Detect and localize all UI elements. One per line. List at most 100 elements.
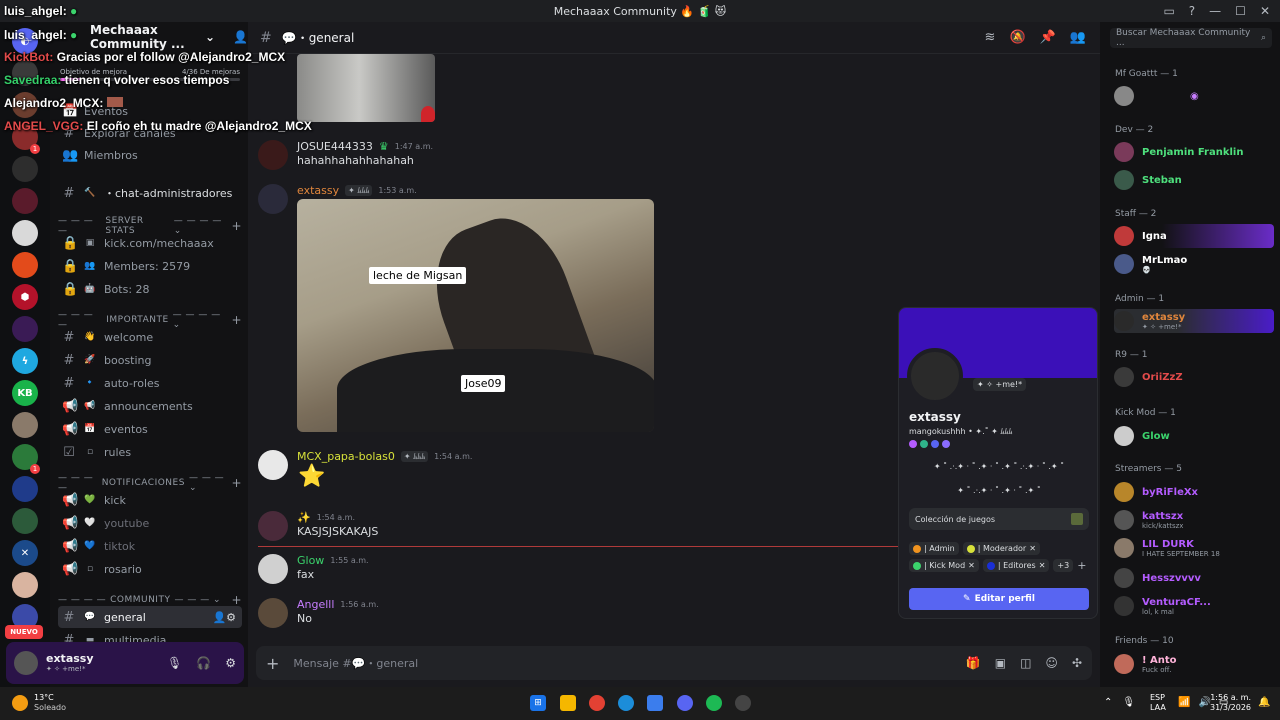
settings-icon[interactable]: ⚙ — [225, 656, 236, 670]
channel-eventos[interactable]: 📢 📅 eventos — [58, 418, 242, 440]
threads-icon[interactable]: ≋ — [985, 30, 996, 45]
chevron-down-icon[interactable]: ⌄ — [205, 30, 215, 44]
channel-kick[interactable]: 📢 💚 kick — [58, 489, 242, 511]
mute-icon[interactable]: 🔕 — [1009, 30, 1025, 45]
server-icon[interactable] — [12, 572, 38, 598]
channel-chat-administradores[interactable]: # 🔨 ・chat-administradores — [58, 182, 242, 204]
notifications-icon[interactable]: 🔔 — [1258, 697, 1270, 708]
settings-icon[interactable]: 👤⚙ — [212, 611, 242, 624]
windows-start-icon[interactable]: ⊞ — [530, 695, 546, 711]
channel-members-count[interactable]: 🔒 👥 Members: 2579 — [58, 255, 242, 277]
headphones-icon[interactable]: 🎧 — [196, 656, 211, 670]
channel-announcements[interactable]: 📢 📢 announcements — [58, 395, 242, 417]
chrome-icon[interactable] — [589, 695, 605, 711]
member-item[interactable]: Steban — [1114, 168, 1274, 192]
sticker-image[interactable]: ⭐ — [298, 464, 325, 489]
server-icon[interactable]: ✕ — [12, 540, 38, 566]
avatar[interactable] — [258, 450, 288, 480]
obs-icon[interactable] — [735, 695, 751, 711]
gift-icon[interactable]: 🎁 — [966, 656, 981, 670]
member-item[interactable]: ◉ — [1114, 84, 1274, 108]
language-indicator[interactable]: ESP LAA — [1150, 693, 1166, 712]
role-pill[interactable]: | Kick Mod ✕ — [909, 559, 979, 572]
sidebar-item-members[interactable]: 👥 Miembros — [58, 144, 242, 166]
server-header[interactable]: Mechaaax Community ... ⌄ 👤 — [50, 22, 248, 52]
attachment-image[interactable] — [297, 54, 435, 122]
file-explorer-icon[interactable] — [560, 695, 576, 711]
member-item[interactable]: OriiZzZ — [1114, 365, 1274, 389]
member-item[interactable]: Glow — [1114, 424, 1274, 448]
search-input[interactable]: Buscar Mechaaax Community ... ⌕ — [1110, 28, 1272, 48]
tray-icons[interactable]: ⌃ 🎙 — [1104, 697, 1135, 708]
message-composer[interactable]: + Mensaje #💬・general 🎁 ▣ ◫ ☺ ✣ — [256, 646, 1092, 680]
spotify-icon[interactable] — [706, 695, 722, 711]
inbox-icon[interactable]: ▭ — [1163, 4, 1174, 18]
channel-kick-link[interactable]: 🔒 ▣ kick.com/mechaaax — [58, 232, 242, 254]
avatar[interactable] — [258, 554, 288, 584]
avatar[interactable] — [14, 651, 38, 675]
channel-general[interactable]: # 💬 general 👤⚙ — [58, 606, 242, 628]
avatar[interactable] — [258, 511, 288, 541]
member-item[interactable]: Penjamin Franklin — [1114, 140, 1274, 164]
role-pill[interactable]: | Editores ✕ — [982, 559, 1050, 572]
discord-icon[interactable] — [677, 695, 693, 711]
member-item[interactable]: MrLmao 💀 — [1114, 252, 1274, 276]
add-user-icon[interactable]: 👤 — [233, 30, 248, 44]
member-item[interactable]: Hesszvvvv — [1114, 566, 1274, 590]
channel-welcome[interactable]: # 👋 welcome — [58, 326, 242, 348]
channel-rules[interactable]: ☑ ▫ rules — [58, 441, 242, 463]
server-icon[interactable]: KB — [12, 380, 38, 406]
roles-more[interactable]: +3 — [1053, 559, 1074, 572]
edit-profile-button[interactable]: ✎ Editar perfil — [909, 588, 1089, 610]
add-attachment-icon[interactable]: + — [266, 654, 279, 673]
game-collection[interactable]: Colección de juegos — [909, 508, 1089, 530]
server-icon[interactable]: ϟ — [12, 348, 38, 374]
sticker-icon[interactable]: ◫ — [1020, 656, 1031, 670]
server-icon[interactable]: ⬢ — [12, 284, 38, 310]
avatar[interactable] — [258, 184, 288, 214]
member-list-icon[interactable]: 👥 — [1070, 30, 1086, 45]
member-item[interactable]: kattszx kick/kattszx — [1114, 508, 1274, 532]
message-input[interactable]: Mensaje #💬・general — [293, 655, 418, 671]
emoji-icon[interactable]: ☺ — [1045, 656, 1058, 670]
server-icon[interactable] — [12, 476, 38, 502]
server-icon[interactable] — [12, 508, 38, 534]
role-pill[interactable]: | Admin — [909, 542, 959, 555]
channel-tiktok[interactable]: 📢 💙 tiktok — [58, 535, 242, 557]
server-icon[interactable]: ◐ — [12, 28, 38, 54]
edge-icon[interactable] — [618, 695, 634, 711]
channel-bots-count[interactable]: 🔒 🤖 Bots: 28 — [58, 278, 242, 300]
microphone-icon[interactable]: 🎙 — [167, 656, 182, 670]
chevron-up-icon[interactable]: ⌃ — [1104, 697, 1112, 708]
add-role-icon[interactable]: + — [1077, 559, 1086, 572]
sidebar-item-events[interactable]: 📅 Eventos — [58, 100, 242, 122]
microphone-icon[interactable]: 🎙 — [1122, 697, 1135, 708]
server-icon[interactable] — [12, 252, 38, 278]
gif-icon[interactable]: ▣ — [995, 656, 1006, 670]
help-icon[interactable]: ? — [1189, 4, 1195, 18]
role-pill[interactable]: | Moderador ✕ — [962, 542, 1040, 555]
store-icon[interactable] — [647, 695, 663, 711]
attachment-image[interactable]: leche de Migsan Jose09 — [297, 199, 654, 432]
boost-goal[interactable]: Objetivo de mejora 4/36 De mejoras — [60, 68, 240, 76]
member-item[interactable]: ! Anto Fuck off. — [1114, 652, 1274, 676]
apps-icon[interactable]: ✣ — [1072, 656, 1082, 670]
server-icon[interactable] — [12, 316, 38, 342]
server-icon[interactable] — [12, 92, 38, 118]
avatar[interactable] — [258, 140, 288, 170]
member-item[interactable]: byRiFleXx — [1114, 480, 1274, 504]
avatar[interactable] — [907, 348, 963, 404]
channel-youtube[interactable]: 📢 🤍 youtube — [58, 512, 242, 534]
avatar[interactable] — [258, 598, 288, 628]
minimize-icon[interactable]: — — [1209, 4, 1221, 18]
sidebar-item-browse[interactable]: # Explorar canales — [58, 122, 242, 144]
pin-icon[interactable]: 📌 — [1040, 30, 1056, 45]
channel-rosario[interactable]: 📢 ▫ rosario — [58, 558, 242, 580]
server-icon[interactable] — [12, 188, 38, 214]
maximize-icon[interactable]: ☐ — [1235, 4, 1246, 18]
member-item[interactable]: LIL DURK I HATE SEPTEMBER 18 — [1114, 536, 1274, 560]
channel-boosting[interactable]: # 🚀 boosting — [58, 349, 242, 371]
member-item[interactable]: VenturaCF... lol, k mal — [1114, 594, 1274, 618]
close-icon[interactable]: ✕ — [1260, 4, 1270, 18]
member-item[interactable]: Igna — [1114, 224, 1274, 248]
